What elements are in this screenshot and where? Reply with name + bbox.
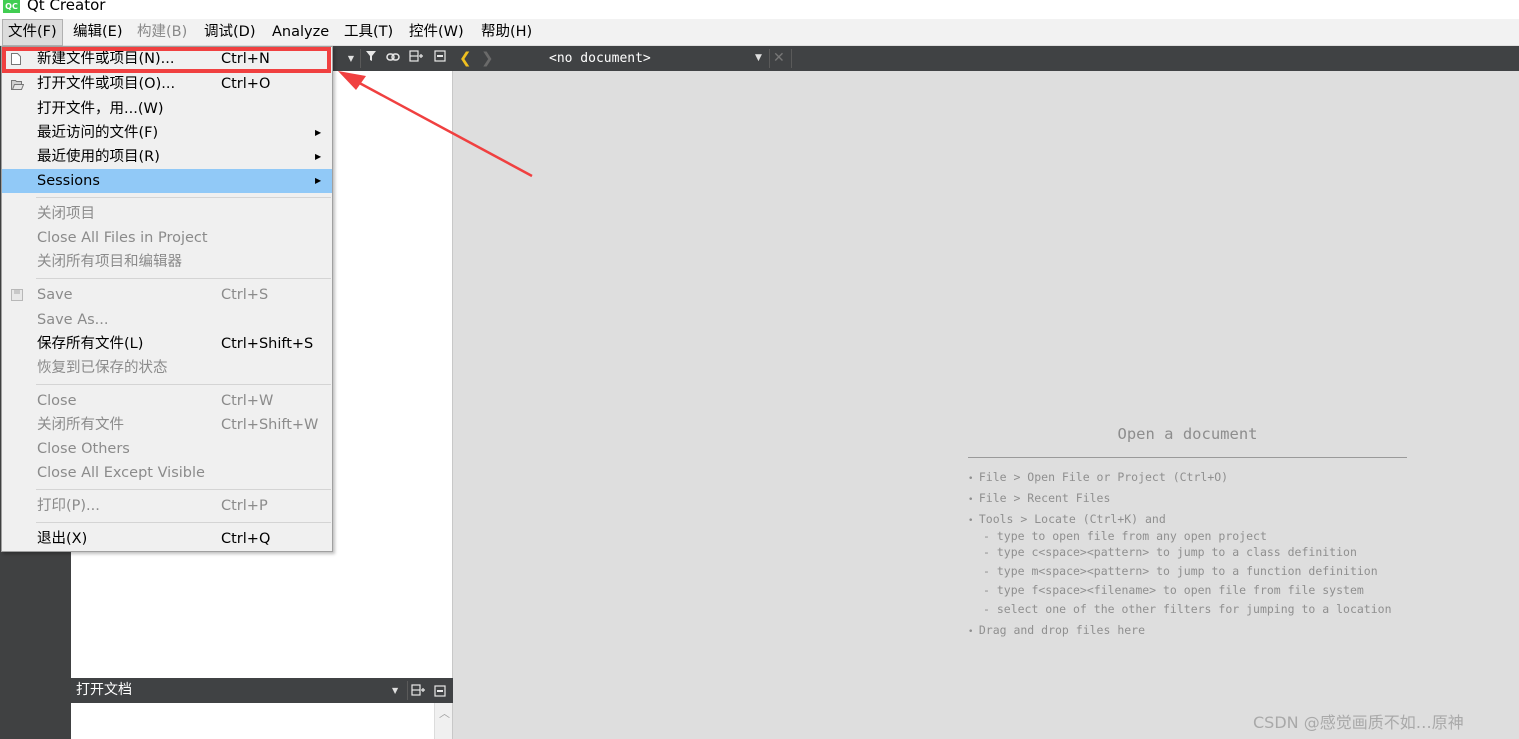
split-icon[interactable] <box>411 684 425 700</box>
file-menu-dropdown: 新建文件或项目(N)... Ctrl+N 打开文件或项目(O)... Ctrl+… <box>1 46 333 552</box>
document-combo-arrow-icon[interactable]: ▼ <box>755 46 762 71</box>
menu-bar: 文件(F) 编辑(E) 构建(B) 调试(D) Analyze 工具(T) 控件… <box>0 19 1519 46</box>
menu-file[interactable]: 文件(F) <box>2 19 63 46</box>
link-icon[interactable] <box>384 50 402 67</box>
menu-item-close-all-projects[interactable]: 关闭所有项目和编辑器 <box>2 250 332 274</box>
menu-item-open-with[interactable]: 打开文件，用...(W) <box>2 97 332 121</box>
menu-tools[interactable]: 工具(T) <box>339 19 398 46</box>
window-title: Qt Creator <box>27 0 106 14</box>
document-combo[interactable]: <no document> <box>549 46 651 71</box>
divider <box>968 457 1407 458</box>
scrollbar[interactable]: ︿ <box>434 703 452 739</box>
menu-widgets[interactable]: 控件(W) <box>404 19 469 46</box>
menu-separator <box>36 522 331 523</box>
menu-item-close-project[interactable]: 关闭项目 <box>2 202 332 226</box>
watermark: CSDN @感觉画质不如…原神 <box>1253 713 1464 732</box>
menu-debug[interactable]: 调试(D) <box>199 19 260 46</box>
menu-item-close-all[interactable]: 关闭所有文件 Ctrl+Shift+W <box>2 413 332 437</box>
annotation-highlight-box <box>2 47 331 73</box>
save-icon <box>11 289 23 301</box>
menu-item-save[interactable]: Save Ctrl+S <box>2 283 332 307</box>
menu-item-print[interactable]: 打印(P)... Ctrl+P <box>2 494 332 518</box>
qt-creator-logo-icon: QC <box>3 0 20 13</box>
menu-separator <box>36 278 331 279</box>
menu-analyze[interactable]: Analyze <box>267 19 334 46</box>
hint-line: - type to open file from any open projec… <box>983 529 1267 543</box>
hint-line: Tools > Locate (Ctrl+K) and <box>978 512 1166 526</box>
open-folder-icon <box>11 78 25 90</box>
pane-combo-arrow-icon[interactable]: ▼ <box>342 50 360 67</box>
menu-item-exit[interactable]: 退出(X) Ctrl+Q <box>2 527 332 551</box>
menu-edit[interactable]: 编辑(E) <box>68 19 127 46</box>
menu-item-close-others[interactable]: Close Others <box>2 437 332 461</box>
menu-item-revert-to-saved[interactable]: 恢复到已保存的状态 <box>2 356 332 380</box>
forward-arrow-icon[interactable]: ❯ <box>481 49 494 67</box>
open-documents-title: 打开文档 <box>76 682 132 698</box>
menu-item-close-all-except-visible[interactable]: Close All Except Visible <box>2 461 332 485</box>
menu-item-save-all[interactable]: 保存所有文件(L) Ctrl+Shift+S <box>2 332 332 356</box>
hint-line: - type f<space><filename> to open file f… <box>983 583 1364 597</box>
hint-line: - type c<space><pattern> to jump to a cl… <box>983 545 1357 559</box>
scroll-up-arrow-icon[interactable]: ︿ <box>439 705 450 721</box>
menu-help[interactable]: 帮助(H) <box>476 19 537 46</box>
submenu-arrow-icon: ▶ <box>315 176 322 185</box>
open-documents-header: 打开文档 ▼ <box>71 678 453 703</box>
close-document-icon[interactable]: ✕ <box>773 46 785 71</box>
menu-build[interactable]: 构建(B) <box>132 19 192 46</box>
hint-line: - type m<space><pattern> to jump to a fu… <box>983 564 1378 578</box>
menu-item-close[interactable]: Close Ctrl+W <box>2 389 332 413</box>
back-arrow-icon[interactable]: ❮ <box>459 49 472 67</box>
hint-line: File > Recent Files <box>978 491 1111 505</box>
close-pane-icon[interactable] <box>431 50 449 67</box>
menu-item-sessions[interactable]: Sessions ▶ <box>2 169 332 193</box>
open-document-title: Open a document <box>1117 425 1258 443</box>
menu-item-open-file-or-project[interactable]: 打开文件或项目(O)... Ctrl+O <box>2 72 332 96</box>
hint-line: Drag and drop files here <box>978 623 1146 637</box>
hint-line: - select one of the other filters for ju… <box>983 602 1392 616</box>
submenu-arrow-icon: ▶ <box>315 128 322 137</box>
open-documents-list: ︿ <box>71 703 453 739</box>
menu-separator <box>36 489 331 490</box>
open-documents-combo-arrow-icon[interactable]: ▼ <box>392 678 398 703</box>
menu-item-save-as[interactable]: Save As... <box>2 308 332 332</box>
menu-separator <box>36 197 331 198</box>
submenu-arrow-icon: ▶ <box>315 152 322 161</box>
menu-item-close-all-files-in-project[interactable]: Close All Files in Project <box>2 226 332 250</box>
close-pane-icon[interactable] <box>434 685 446 701</box>
menu-item-recent-files[interactable]: 最近访问的文件(F) ▶ <box>2 121 332 145</box>
title-bar: QC Qt Creator <box>0 0 1519 19</box>
editor-toolbar: ❮ ❯ <no document> ▼ ✕ <box>453 46 1519 71</box>
split-icon[interactable] <box>407 50 425 67</box>
menu-separator <box>36 384 331 385</box>
hint-line: File > Open File or Project (Ctrl+O) <box>978 470 1229 484</box>
menu-item-recent-projects[interactable]: 最近使用的项目(R) ▶ <box>2 145 332 169</box>
editor-area: Open a document • File > Open File or Pr… <box>453 71 1519 739</box>
filter-icon[interactable] <box>362 50 380 67</box>
